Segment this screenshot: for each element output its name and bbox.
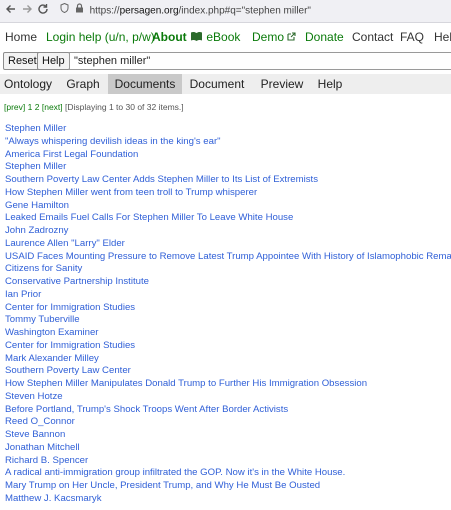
result-link[interactable]: Leaked Emails Fuel Calls For Stephen Mil… — [5, 212, 451, 225]
tab-document[interactable]: Document — [186, 74, 248, 94]
result-link[interactable]: America First Legal Foundation — [5, 149, 451, 162]
result-link[interactable]: Center for Immigration Studies — [5, 302, 451, 315]
tab-preview[interactable]: Preview — [254, 74, 310, 94]
nav-donate-link[interactable]: Donate — [305, 27, 344, 47]
result-link[interactable]: Richard B. Spencer — [5, 455, 451, 468]
search-input[interactable]: "stephen miller" — [69, 52, 451, 70]
url-path: /index.php#q="stephen miller" — [178, 5, 311, 17]
nav-home-link[interactable]: Home — [5, 27, 37, 47]
result-link[interactable]: Steven Hotze — [5, 391, 451, 404]
nav-demo-label: Demo — [252, 30, 285, 44]
pager-page-1[interactable]: 1 — [28, 102, 33, 112]
result-link[interactable]: USAID Faces Mounting Pressure to Remove … — [5, 251, 451, 264]
nav-help-link[interactable]: Help — [434, 27, 451, 47]
search-row: Reset Help "stephen miller" — [0, 52, 451, 70]
result-link[interactable]: Jonathan Mitchell — [5, 442, 451, 455]
pager-next-link[interactable]: [next] — [42, 102, 63, 112]
result-link[interactable]: Steve Bannon — [5, 429, 451, 442]
help-button[interactable]: Help — [37, 52, 70, 70]
book-icon — [191, 31, 202, 41]
result-link[interactable]: Mark Alexander Milley — [5, 353, 451, 366]
pager-page-2[interactable]: 2 — [35, 102, 40, 112]
result-link[interactable]: A radical anti-immigration group infiltr… — [5, 467, 451, 480]
result-link[interactable]: Conservative Partnership Institute — [5, 276, 451, 289]
result-link[interactable]: Matthew J. Kacsmaryk — [5, 493, 451, 506]
nav-demo-link[interactable]: Demo — [252, 27, 296, 47]
external-link-icon — [287, 32, 296, 41]
result-link[interactable]: Before Portland, Trump's Shock Troops We… — [5, 404, 451, 417]
results-list: Stephen Miller "Always whispering devili… — [5, 123, 451, 506]
reload-icon[interactable] — [37, 3, 49, 19]
result-link[interactable]: Citizens for Sanity — [5, 263, 451, 276]
nav-ebook-link[interactable]: eBook — [190, 27, 240, 47]
url-host: persagen.org — [119, 5, 179, 17]
result-link[interactable]: Gene Hamilton — [5, 200, 451, 213]
result-link[interactable]: Reed O_Connor — [5, 416, 451, 429]
result-link[interactable]: Stephen Miller — [5, 123, 451, 136]
result-link[interactable]: How Stephen Miller Manipulates Donald Tr… — [5, 378, 451, 391]
result-link[interactable]: How Stephen Miller went from teen troll … — [5, 187, 451, 200]
browser-toolbar: https://persagen.org/index.php#q="stephe… — [0, 0, 451, 23]
arrow-left-icon[interactable] — [5, 3, 17, 19]
result-link[interactable]: Laurence Allen "Larry" Elder — [5, 238, 451, 251]
result-link[interactable]: Southern Poverty Law Center — [5, 365, 451, 378]
result-link[interactable]: Stephen Miller — [5, 161, 451, 174]
result-link[interactable]: Washington Examiner — [5, 327, 451, 340]
site-nav: Home Login help (u/n, p/w) About eBook D… — [0, 27, 451, 47]
pager-status: [Displaying 1 to 30 of 32 items.] — [65, 102, 184, 112]
tab-graph[interactable]: Graph — [59, 74, 107, 94]
result-link[interactable]: Tommy Tuberville — [5, 314, 451, 327]
nav-ebook-label: eBook — [206, 30, 241, 44]
url-prefix: https:// — [89, 5, 120, 17]
result-link[interactable]: Center for Immigration Studies — [5, 340, 451, 353]
pager-prev-link[interactable]: [prev] — [4, 102, 25, 112]
shield-icon[interactable] — [60, 2, 69, 20]
reset-button[interactable]: Reset — [3, 52, 42, 70]
result-link[interactable]: Mary Trump on Her Uncle, President Trump… — [5, 480, 451, 493]
lock-icon[interactable] — [75, 2, 84, 20]
result-link[interactable]: John Zadrozny — [5, 225, 451, 238]
pager: [prev] 1 2 [next] [Displaying 1 to 30 of… — [4, 101, 184, 113]
result-link[interactable]: "Always whispering devilish ideas in the… — [5, 136, 451, 149]
arrow-right-icon[interactable] — [21, 3, 33, 19]
tab-bar: Ontology Graph Documents Document Previe… — [0, 74, 451, 94]
nav-contact-link[interactable]: Contact — [352, 27, 393, 47]
result-link[interactable]: Ian Prior — [5, 289, 451, 302]
result-link[interactable]: Southern Poverty Law Center Adds Stephen… — [5, 174, 451, 187]
nav-about-link[interactable]: About — [152, 27, 187, 47]
tab-documents[interactable]: Documents — [108, 74, 182, 94]
tab-help[interactable]: Help — [313, 74, 347, 94]
tab-ontology[interactable]: Ontology — [0, 74, 56, 94]
address-bar[interactable]: https://persagen.org/index.php#q="stephe… — [60, 2, 450, 20]
nav-login-help-link[interactable]: Login help (u/n, p/w) — [46, 27, 155, 47]
nav-faq-link[interactable]: FAQ — [400, 27, 424, 47]
